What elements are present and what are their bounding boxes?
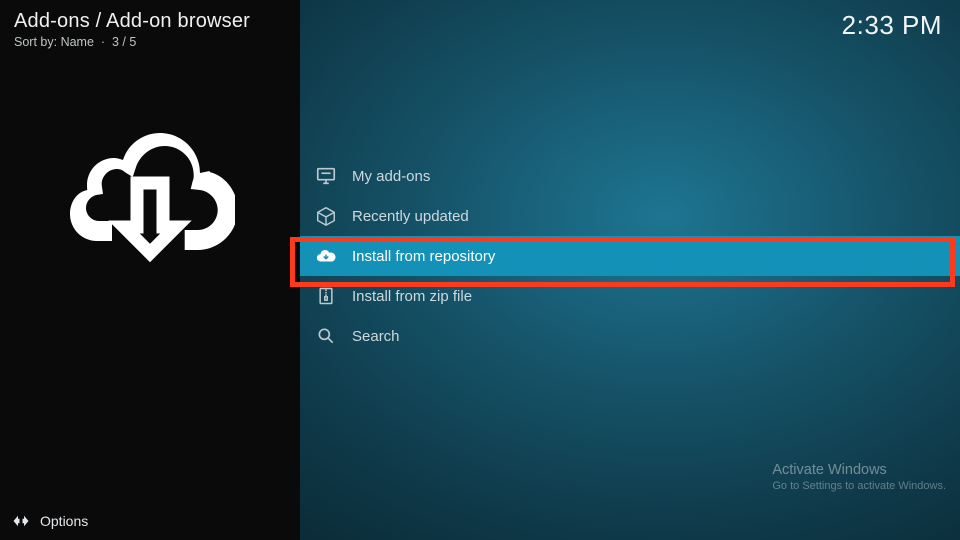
menu-list: My add-ons Recently updated Install from… xyxy=(300,156,960,356)
options-icon xyxy=(12,512,30,530)
menu-item-recently-updated[interactable]: Recently updated xyxy=(300,196,960,236)
menu-item-install-from-zip-file[interactable]: Install from zip file xyxy=(300,276,960,316)
menu-item-label: Recently updated xyxy=(352,208,469,225)
windows-watermark: Activate Windows Go to Settings to activ… xyxy=(772,462,946,492)
monitor-icon xyxy=(314,164,338,188)
menu-item-label: Install from repository xyxy=(352,248,495,265)
cloud-icon xyxy=(314,244,338,268)
menu-item-search[interactable]: Search xyxy=(300,316,960,356)
sort-sep: · xyxy=(97,35,112,49)
header: Add-ons / Add-on browser Sort by: Name ·… xyxy=(0,0,300,53)
sort-line: Sort by: Name · 3 / 5 xyxy=(14,35,286,49)
options-label: Options xyxy=(40,513,88,529)
watermark-title: Activate Windows xyxy=(772,462,946,478)
cloud-download-icon xyxy=(65,113,235,268)
menu-item-my-add-ons[interactable]: My add-ons xyxy=(300,156,960,196)
main-panel: 2:33 PM My add-ons Recently updated Inst… xyxy=(300,0,960,540)
menu-item-label: Install from zip file xyxy=(352,288,472,305)
sort-value: Name xyxy=(61,35,94,49)
section-artwork xyxy=(0,113,300,268)
clock: 2:33 PM xyxy=(842,10,942,41)
menu-item-label: Search xyxy=(352,328,400,345)
sidebar: Add-ons / Add-on browser Sort by: Name ·… xyxy=(0,0,300,540)
watermark-sub: Go to Settings to activate Windows. xyxy=(772,480,946,492)
breadcrumb: Add-ons / Add-on browser xyxy=(14,10,286,33)
sort-label: Sort by: xyxy=(14,35,57,49)
box-icon xyxy=(314,204,338,228)
menu-item-install-from-repository[interactable]: Install from repository xyxy=(300,236,960,276)
search-icon xyxy=(314,324,338,348)
zip-icon xyxy=(314,284,338,308)
list-position: 3 / 5 xyxy=(112,35,136,49)
options-button[interactable]: Options xyxy=(0,502,300,540)
menu-item-label: My add-ons xyxy=(352,168,430,185)
